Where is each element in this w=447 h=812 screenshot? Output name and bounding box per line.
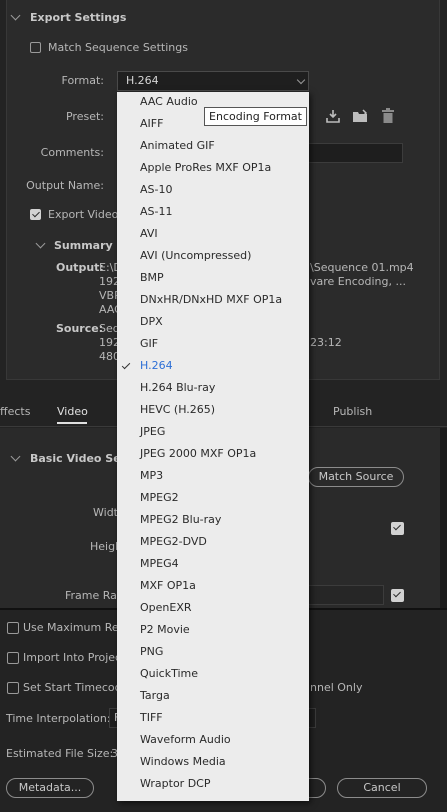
match-sequence-checkbox[interactable] [30,42,41,53]
delete-preset-icon[interactable] [381,108,395,124]
import-into-project-label: Import Into Project [23,651,126,664]
dropdown-chevron-icon [296,75,306,85]
preset-label: Preset: [65,110,104,123]
format-value: H.264 [126,74,159,87]
save-preset-icon[interactable] [325,108,341,124]
format-option[interactable]: TIFF [140,711,163,724]
format-label: Format: [61,74,104,87]
format-option[interactable]: AVI (Uncompressed) [140,249,251,262]
channel-only-label: nnel Only [310,681,363,694]
match-sequence-label: Match Sequence Settings [48,41,188,54]
export-settings-title: Export Settings [30,11,127,24]
summary-output-filename: \Sequence 01.mp4 [310,261,414,274]
comments-label: Comments: [40,146,104,159]
format-option[interactable]: MPEG4 [140,557,179,570]
format-option[interactable]: PNG [140,645,163,658]
format-option[interactable]: BMP [140,271,164,284]
format-option[interactable]: MP3 [140,469,163,482]
format-option[interactable]: Apple ProRes MXF OP1a [140,161,271,174]
import-preset-icon[interactable] [352,108,370,124]
format-option[interactable]: MPEG2-DVD [140,535,207,548]
encoding-format-tooltip: Encoding Format [204,107,307,126]
tab-publish[interactable]: Publish [333,405,372,418]
format-option[interactable]: JPEG 2000 MXF OP1a [140,447,256,460]
format-dropdown-list: AAC Audio AIFF Animated GIF Apple ProRes MX… [117,92,309,801]
set-start-timecode-checkbox[interactable] [7,682,19,694]
set-start-timecode-label: Set Start Timecode [23,681,129,694]
cancel-button[interactable]: Cancel [337,778,427,798]
format-option[interactable]: GIF [140,337,158,350]
frame-rate-dropdown[interactable] [300,585,384,605]
format-option[interactable]: DPX [140,315,163,328]
summary-title: Summary [54,239,113,252]
format-option[interactable]: OpenEXR [140,601,192,614]
frame-rate-label: Frame Rat [65,589,122,602]
match-source-button[interactable]: Match Source [308,467,404,487]
format-option[interactable]: P2 Movie [140,623,190,636]
summary-output-encoding: vare Encoding, ... [310,275,406,288]
export-video-checkbox[interactable] [30,209,41,220]
import-into-project-checkbox[interactable] [7,652,19,664]
format-option[interactable]: QuickTime [140,667,198,680]
export-video-label: Export Video [48,208,119,221]
format-dropdown[interactable]: H.264 [117,71,309,91]
format-option[interactable]: MXF OP1a [140,579,196,592]
tab-video[interactable]: Video [57,405,88,418]
width-label: Widt [93,506,118,519]
output-name-label: Output Name: [26,179,104,192]
format-option[interactable]: H.264 Blu-ray [140,381,215,394]
format-option[interactable]: Animated GIF [140,139,215,152]
checkmark-icon [121,360,131,370]
format-option[interactable]: AVI [140,227,158,240]
format-option[interactable]: JPEG [140,425,165,438]
use-max-render-checkbox[interactable] [7,622,19,634]
active-tab-indicator [57,422,87,424]
format-option[interactable]: MPEG2 [140,491,179,504]
metadata-button[interactable]: Metadata... [6,778,94,798]
estimated-size-label: Estimated File Size: [6,747,114,760]
format-option[interactable]: MPEG2 Blu-ray [140,513,221,526]
width-match-checkbox[interactable] [391,522,404,535]
format-option[interactable]: Waveform Audio [140,733,231,746]
use-max-render-label: Use Maximum Ren [23,621,126,634]
frame-rate-checkbox[interactable] [391,589,404,602]
scrollbar[interactable] [440,428,447,608]
summary-source-label: Source: [56,322,104,335]
tab-effects[interactable]: ffects [0,405,30,418]
format-option[interactable]: Targa [140,689,170,702]
format-option[interactable]: AIFF [140,117,163,130]
format-option[interactable]: H.264 [140,359,173,372]
comments-input[interactable] [300,143,403,163]
format-option[interactable]: Windows Media [140,755,226,768]
summary-source-duration: 23:12 [310,336,342,349]
format-option[interactable]: DNxHR/DNxHD MXF OP1a [140,293,282,306]
format-option[interactable]: AAC Audio [140,95,198,108]
format-option[interactable]: Wraptor DCP [140,777,210,790]
format-option[interactable]: AS-11 [140,205,172,218]
summary-output-label: Output: [56,261,104,274]
time-interpolation-label: Time Interpolation: [6,712,111,725]
format-option[interactable]: AS-10 [140,183,172,196]
format-option[interactable]: HEVC (H.265) [140,403,215,416]
